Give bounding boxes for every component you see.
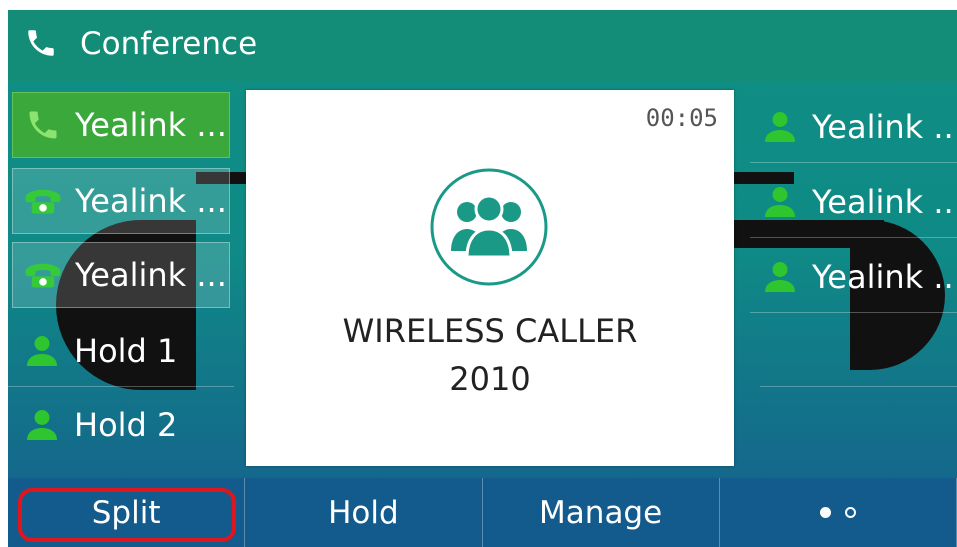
conference-group-icon	[430, 168, 548, 286]
manage-button[interactable]: Manage	[483, 478, 720, 547]
contact-icon	[765, 262, 795, 292]
contact-icon	[765, 112, 795, 142]
list-item-label: Yealink ...	[812, 183, 957, 221]
page-dots-icon	[819, 507, 856, 518]
contact-icon	[765, 187, 795, 217]
manage-button-label: Manage	[539, 494, 663, 531]
phone-screen: Conference Yealink ... Yealink ... Yeali…	[8, 10, 957, 547]
telephone-icon	[25, 189, 61, 214]
hold-button[interactable]: Hold	[245, 478, 483, 547]
list-item[interactable]: Yealink ...	[750, 167, 957, 238]
caller-number: 2010	[449, 360, 531, 398]
list-item-label: Yealink ...	[75, 106, 227, 144]
list-item-label: Hold 1	[74, 332, 178, 370]
contact-icon	[27, 336, 57, 366]
list-item[interactable]: Hold 2	[8, 390, 234, 460]
phone-handset-icon	[29, 111, 57, 139]
list-item[interactable]: Yealink ...	[12, 168, 230, 234]
list-item[interactable]: Hold 1	[8, 316, 234, 387]
list-item[interactable]: Yealink ...	[750, 92, 957, 163]
softkey-bar: Split Hold Manage	[8, 478, 957, 547]
list-item-label: Yealink ...	[812, 108, 957, 146]
page-dot-inactive	[844, 507, 856, 518]
list-item-label: Yealink ...	[812, 258, 957, 296]
page-title: Conference	[80, 26, 258, 62]
list-item-label: Yealink ...	[75, 256, 227, 294]
page-dot-active	[819, 507, 831, 518]
split-button[interactable]: Split	[8, 478, 246, 547]
list-item[interactable]: Yealink ...	[12, 242, 230, 308]
call-timer: 00:05	[645, 104, 718, 132]
split-button-label: Split	[91, 494, 161, 531]
list-item[interactable]: Yealink ...	[12, 92, 230, 158]
contact-icon	[27, 410, 57, 440]
list-item-label: Yealink ...	[75, 182, 227, 220]
more-button[interactable]	[720, 478, 957, 547]
list-divider	[760, 386, 957, 387]
list-item-label: Hold 2	[74, 406, 178, 444]
telephone-icon	[25, 263, 61, 288]
list-item[interactable]: Yealink ...	[750, 242, 957, 313]
phone-handset-icon	[28, 30, 54, 56]
hold-button-label: Hold	[328, 494, 399, 531]
call-card: 00:05 WIRELESS CALLER 2010	[246, 90, 734, 466]
title-bar: Conference	[8, 10, 957, 82]
caller-name: WIRELESS CALLER	[342, 312, 638, 350]
